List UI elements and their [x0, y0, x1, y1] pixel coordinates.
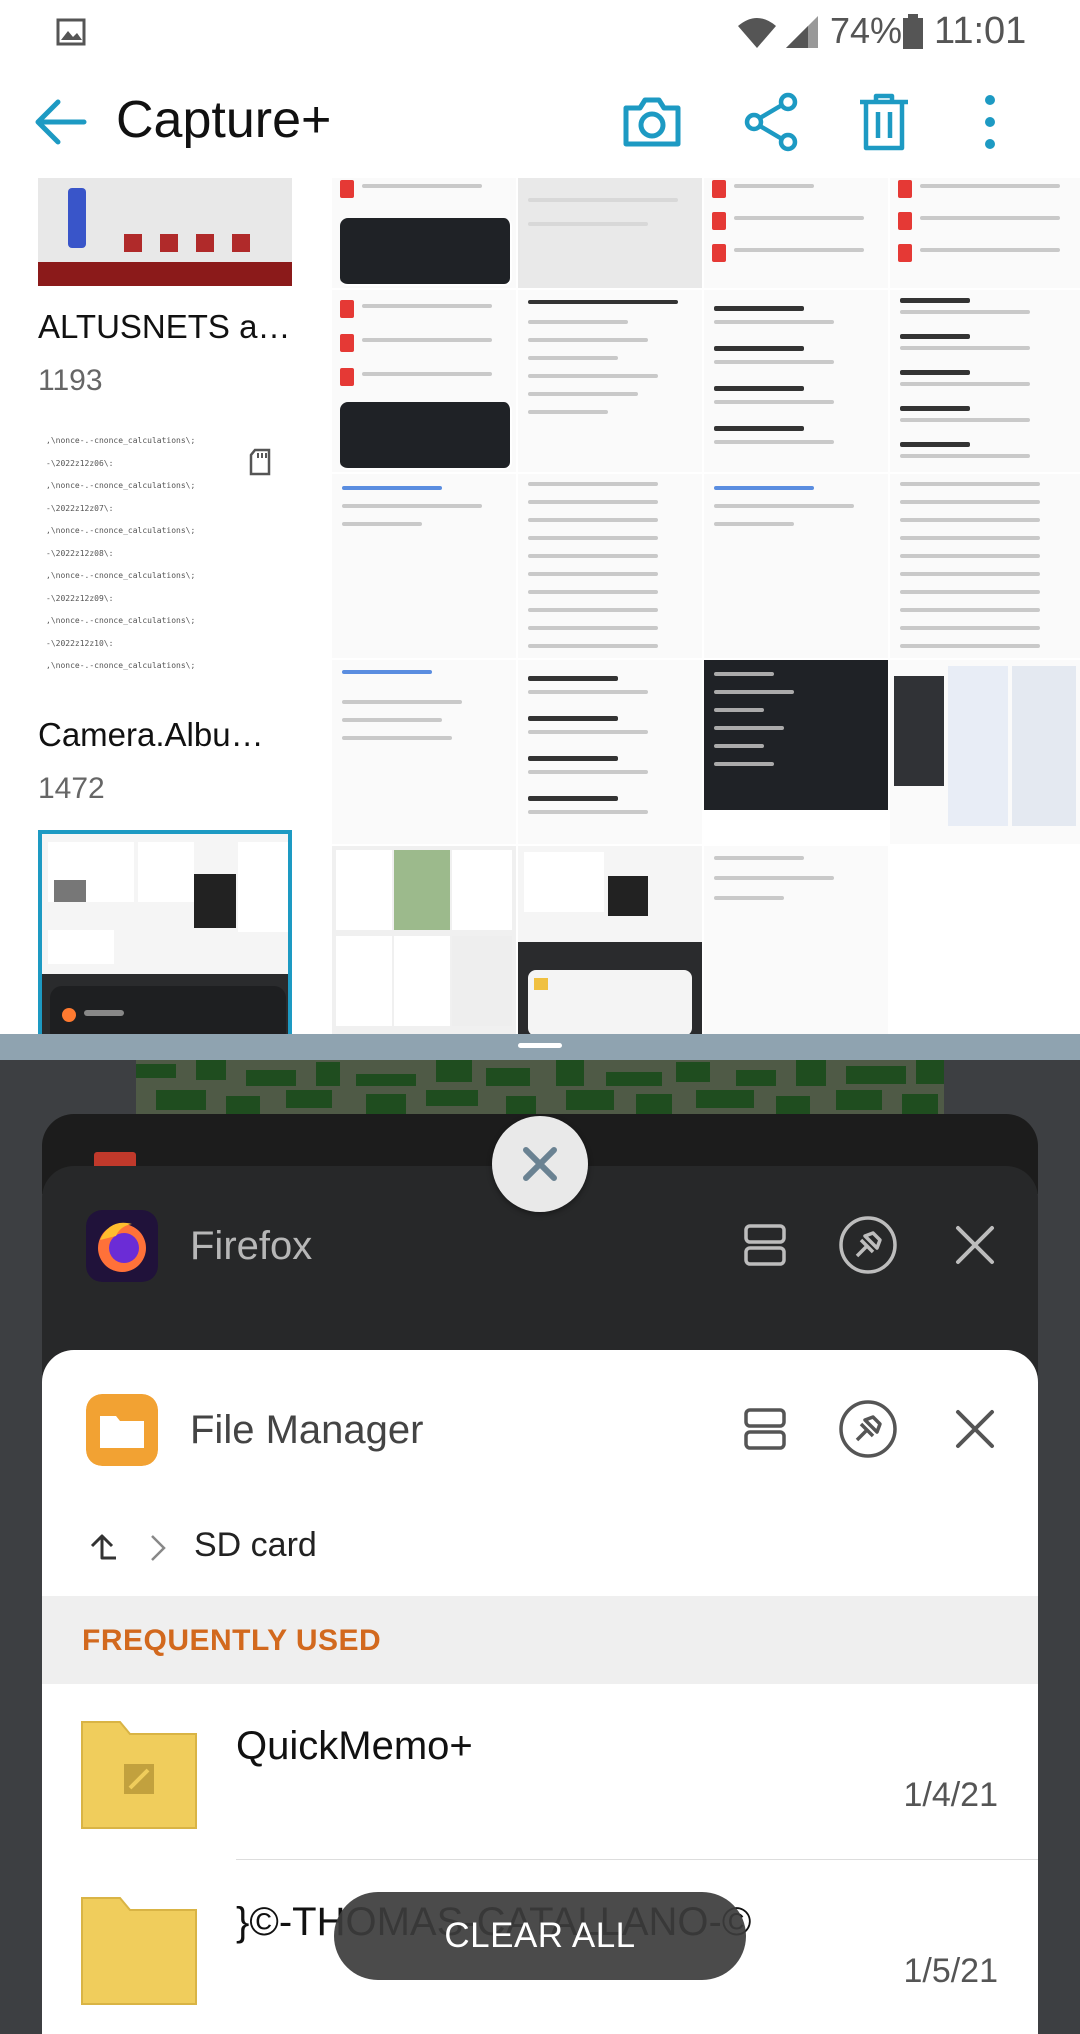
- code-preview-line: ,\nonce-.-cnonce_calculations\;: [46, 436, 196, 445]
- thumbnail[interactable]: [332, 290, 518, 474]
- status-bar: 74% 11:01: [0, 0, 1080, 66]
- signal-icon: [786, 16, 818, 48]
- code-preview-line: ,\nonce-.-cnonce_calculations\;: [46, 571, 196, 580]
- clear-all-button[interactable]: CLEAR ALL: [334, 1892, 746, 1980]
- breadcrumb-item[interactable]: SD card: [194, 1526, 317, 1565]
- folder-date: 1/4/21: [903, 1776, 998, 1814]
- gallery-notification-icon: [56, 18, 86, 46]
- section-header: FREQUENTLY USED: [42, 1596, 1038, 1684]
- wifi-icon: [738, 18, 776, 48]
- album-item-selected[interactable]: [38, 830, 292, 1034]
- firefox-icon: [86, 1210, 158, 1282]
- code-preview-line: -\2022z12z11\:: [46, 678, 195, 681]
- folder-name: QuickMemo+: [236, 1724, 473, 1768]
- camera-icon[interactable]: [620, 90, 684, 154]
- card-header: File Manager: [42, 1350, 1038, 1500]
- app-name: Firefox: [190, 1224, 313, 1268]
- thumbnail[interactable]: [704, 178, 890, 290]
- folder-date: 1/5/21: [903, 1952, 998, 1990]
- thumbnail[interactable]: [890, 178, 1080, 290]
- file-manager-icon: [86, 1394, 158, 1466]
- code-preview-line: -\2022z12z08\:: [46, 548, 114, 558]
- thumbnail[interactable]: [518, 474, 704, 660]
- thumbnail[interactable]: [332, 846, 518, 1034]
- code-preview-line: ,\nonce-.-cnonce_calculations\;: [46, 481, 196, 490]
- thumbnail[interactable]: [518, 178, 704, 290]
- back-arrow-icon[interactable]: [30, 96, 88, 148]
- delete-icon[interactable]: [852, 90, 916, 154]
- up-level-icon[interactable]: [84, 1530, 120, 1566]
- album-name: Camera.Albu…: [38, 716, 264, 753]
- code-preview-line: ,\nonce-.-cnonce_calculations\;: [46, 616, 196, 625]
- thumbnail[interactable]: [890, 660, 1080, 846]
- share-icon[interactable]: [740, 90, 804, 154]
- close-icon[interactable]: [942, 1212, 1008, 1278]
- folder-item[interactable]: QuickMemo+ 1/4/21: [42, 1684, 1038, 1860]
- more-options-icon[interactable]: [970, 90, 1010, 154]
- thumbnail[interactable]: [704, 290, 890, 474]
- album-thumbnail: [38, 178, 292, 286]
- divider-handle[interactable]: [518, 1043, 562, 1048]
- battery-icon: [903, 14, 923, 49]
- thumbnail[interactable]: [890, 290, 1080, 474]
- thumbnail-mosaic: [332, 178, 1080, 1034]
- thumbnail[interactable]: [332, 474, 518, 660]
- thumbnail[interactable]: [518, 290, 704, 474]
- album-grid: ALTUSNETS a… 1193 ,\nonce-.-cnonce_calcu…: [0, 178, 1080, 1034]
- album-thumbnail: [38, 830, 292, 1034]
- qr-background: [136, 1060, 944, 1118]
- album-count: 1472: [38, 772, 105, 805]
- section-title: FREQUENTLY USED: [82, 1624, 382, 1657]
- thumbnail[interactable]: [518, 660, 704, 846]
- split-screen-divider[interactable]: [0, 1034, 1080, 1060]
- battery-percent: 74%: [830, 10, 903, 51]
- close-icon[interactable]: [942, 1396, 1008, 1462]
- code-preview-line: -\2022z12z07\:: [46, 503, 114, 513]
- split-screen-icon[interactable]: [732, 1212, 798, 1278]
- folder-icon: [81, 1897, 197, 2005]
- close-card-icon[interactable]: [492, 1116, 588, 1212]
- code-preview-line: -\2022z12z10\:: [46, 638, 114, 648]
- pin-icon[interactable]: [835, 1212, 901, 1278]
- album-count: 1193: [38, 364, 103, 397]
- app-bar: Capture+: [0, 66, 1080, 179]
- chevron-right-icon: [151, 1535, 166, 1561]
- code-preview-line: ,\nonce-.-cnonce_calculations\;: [46, 661, 196, 670]
- album-item[interactable]: ALTUSNETS a… 1193: [38, 178, 292, 418]
- thumbnail[interactable]: [704, 846, 890, 1034]
- thumbnail[interactable]: [518, 846, 704, 1034]
- page-title: Capture+: [116, 91, 332, 149]
- pin-icon[interactable]: [835, 1396, 901, 1462]
- recent-apps-overview: Firefox File Manager SD card FREQUENTLY …: [0, 1060, 1080, 2034]
- thumbnail[interactable]: [704, 660, 890, 846]
- thumbnail[interactable]: [890, 474, 1080, 660]
- sd-card-icon: [249, 448, 271, 476]
- folder-memo-icon: [81, 1721, 197, 1829]
- code-preview-line: ,\nonce-.-cnonce_calculations\;: [46, 526, 196, 535]
- code-preview-line: -\2022z12z09\:: [46, 593, 114, 603]
- code-preview-line: -\2022z12z06\:: [46, 458, 114, 468]
- breadcrumb: SD card: [42, 1500, 1038, 1596]
- thumbnail[interactable]: [704, 474, 890, 660]
- album-name: ALTUSNETS a…: [38, 308, 291, 345]
- split-screen-icon[interactable]: [732, 1396, 798, 1462]
- thumbnail[interactable]: [332, 178, 518, 290]
- thumbnail[interactable]: [332, 660, 518, 846]
- app-name: File Manager: [190, 1408, 424, 1452]
- clock: 11:01: [934, 10, 1027, 52]
